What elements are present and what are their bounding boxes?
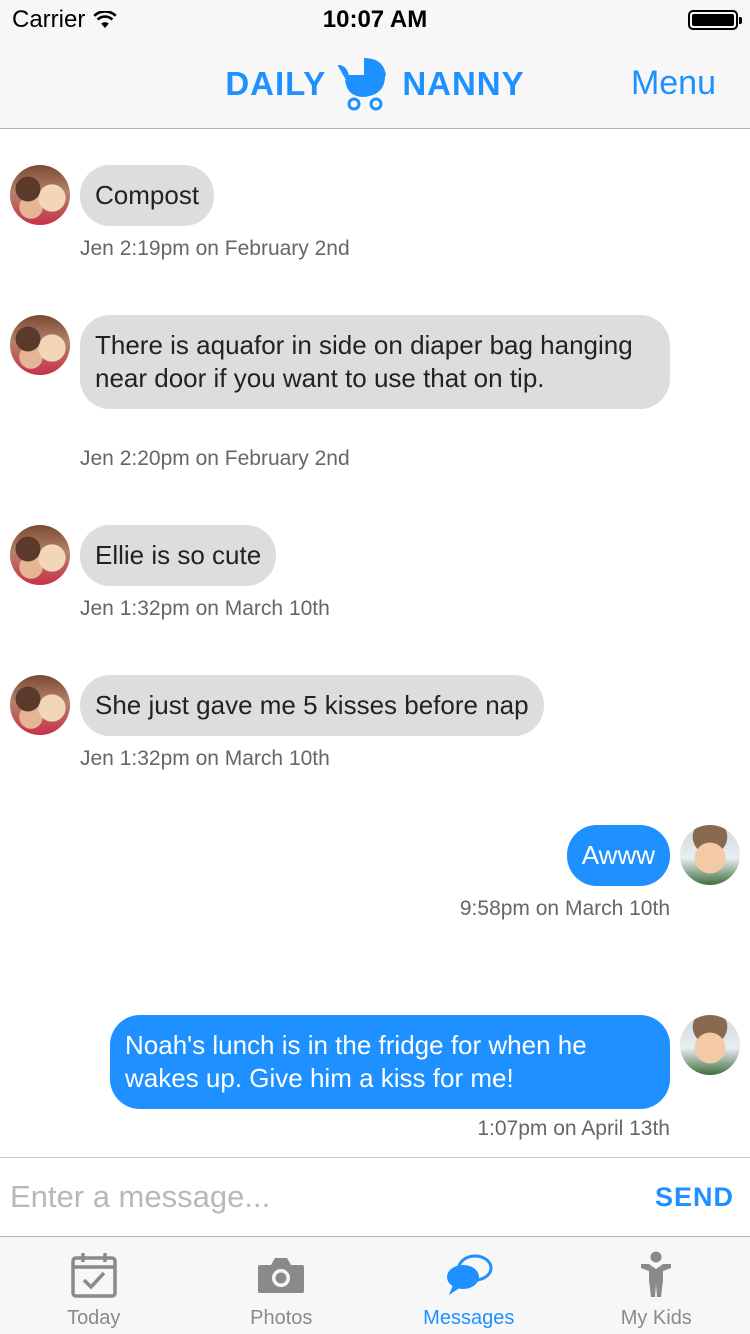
message-timestamp: 1:07pm on April 13th [477,1117,670,1140]
outgoing-bubble: Awww [566,825,670,886]
message-timestamp: Jen 2:19pm on February 2nd [80,237,350,260]
incoming-bubble: Compost [80,165,215,226]
outgoing-bubble: Noah's lunch is in the fridge for when h… [110,1015,670,1109]
logo-text-right: NANNY [402,65,525,102]
incoming-bubble: Ellie is so cute [80,525,277,586]
send-button[interactable]: SEND [655,1182,734,1213]
tab-label: Messages [423,1307,515,1329]
message-input[interactable] [10,1168,610,1226]
tab-photos[interactable]: Photos [188,1237,376,1334]
message-timestamp: Jen 1:32pm on March 10th [80,597,330,620]
battery-icon [688,10,742,30]
tab-label: Today [67,1307,121,1329]
incoming-bubble: She just gave me 5 kisses before nap [80,675,544,736]
clock: 10:07 AM [322,6,428,33]
avatar [680,1015,740,1075]
message-composer: SEND [0,1157,750,1236]
camera-icon [256,1251,306,1299]
tab-messages[interactable]: Messages [375,1237,563,1334]
status-bar: Carrier 10:07 AM [0,0,750,40]
child-icon [631,1251,681,1299]
tab-label: Photos [250,1307,313,1329]
tab-label: My Kids [620,1307,692,1329]
logo-text-left: DAILY [225,65,327,102]
stroller-icon [338,58,387,111]
message-list[interactable]: Compost Jen 2:19pm on February 2nd There… [0,130,750,1157]
message-timestamp: Jen 1:32pm on March 10th [80,747,330,770]
avatar [10,675,70,735]
avatar [10,525,70,585]
avatar [680,825,740,885]
calendar-check-icon [69,1251,119,1299]
tab-bar: Today Photos Messages My Kids [0,1236,750,1334]
avatar [10,165,70,225]
nav-bar: DAILY NANNY Menu [0,40,750,129]
incoming-bubble: There is aquafor in side on diaper bag h… [80,315,670,409]
avatar [10,315,70,375]
menu-button[interactable]: Menu [631,64,716,103]
tab-today[interactable]: Today [0,1237,188,1334]
message-timestamp: Jen 2:20pm on February 2nd [80,447,350,470]
message-timestamp: 9:58pm on March 10th [459,897,670,920]
chat-bubbles-icon [444,1251,494,1299]
tab-my-kids[interactable]: My Kids [563,1237,750,1334]
